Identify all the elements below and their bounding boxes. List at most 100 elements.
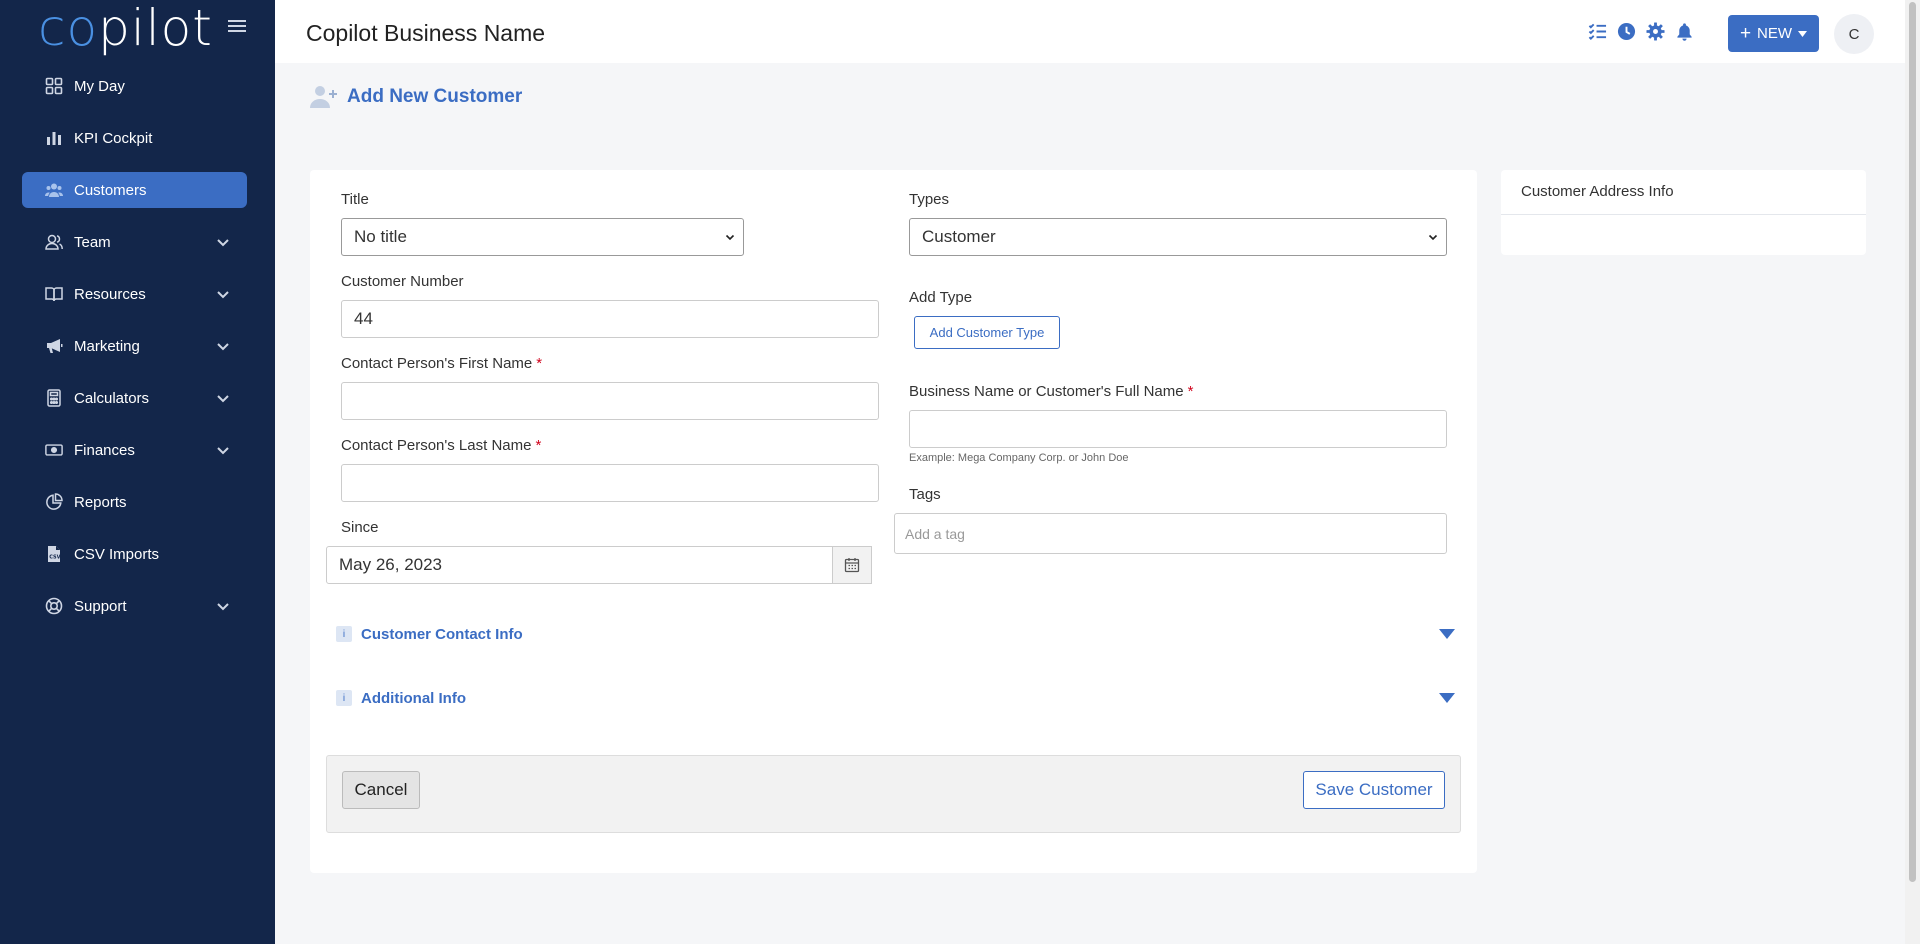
sidebar-item-label: Marketing [74, 337, 140, 355]
chevron-down-icon [217, 603, 229, 611]
sidebar-item-customers[interactable]: Customers [22, 172, 247, 208]
save-customer-button[interactable]: Save Customer [1303, 771, 1445, 809]
grid-icon [44, 76, 64, 96]
sidebar-item-csv-imports[interactable]: CSV CSV Imports [22, 536, 247, 572]
divider [1501, 214, 1866, 215]
last-name-input[interactable] [341, 464, 879, 502]
copilot-logo[interactable]: copilot [38, 0, 213, 56]
user-plus-icon [310, 86, 337, 108]
customer-number-value: 44 [354, 309, 373, 328]
add-customer-type-button[interactable]: Add Customer Type [914, 316, 1060, 349]
sidebar-item-label: KPI Cockpit [74, 129, 153, 147]
chevron-down-icon [725, 234, 735, 241]
hamburger-menu-icon[interactable] [228, 17, 246, 35]
customer-contact-info-section[interactable]: i Customer Contact Info [336, 620, 1456, 648]
plus-icon: + [1739, 23, 1752, 44]
since-date-value: May 26, 2023 [339, 555, 443, 574]
types-select[interactable]: Customer [909, 218, 1447, 256]
new-button[interactable]: + NEW [1728, 15, 1819, 52]
csv-file-icon: CSV [44, 544, 64, 564]
chevron-down-icon [217, 447, 229, 455]
sidebar-item-label: Resources [74, 285, 146, 303]
form-actions: Cancel Save Customer [326, 755, 1461, 833]
section-title: Additional Info [361, 689, 466, 707]
task-list-icon[interactable] [1588, 22, 1607, 41]
tags-label: Tags [909, 486, 941, 503]
types-select-value: Customer [922, 227, 996, 246]
sidebar-item-finances[interactable]: Finances [22, 432, 247, 468]
sidebar-item-kpi-cockpit[interactable]: KPI Cockpit [22, 120, 247, 156]
sidebar-item-marketing[interactable]: Marketing [22, 328, 247, 364]
sidebar-item-label: Team [74, 233, 111, 251]
sidebar-item-label: Reports [74, 493, 127, 511]
tags-input[interactable]: Add a tag [894, 513, 1447, 554]
svg-text:CSV: CSV [49, 555, 60, 561]
calendar-icon [844, 558, 860, 573]
chevron-down-icon [217, 395, 229, 403]
page-title: Add New Customer [309, 84, 522, 110]
sidebar-item-resources[interactable]: Resources [22, 276, 247, 312]
sidebar-item-calculators[interactable]: Calculators [22, 380, 247, 416]
tags-placeholder: Add a tag [905, 525, 965, 542]
since-label: Since [341, 519, 379, 536]
money-icon [44, 440, 64, 460]
header-icons [1588, 22, 1694, 41]
customer-form-card: Title No title Customer Number 44 Contac… [310, 170, 1477, 873]
caret-down-icon [1798, 30, 1808, 37]
sidebar-item-team[interactable]: Team [22, 224, 247, 260]
sidebar-item-label: Finances [74, 441, 135, 459]
first-name-input[interactable] [341, 382, 879, 420]
avatar[interactable]: C [1834, 14, 1874, 54]
address-panel-title: Customer Address Info [1521, 183, 1674, 200]
sidebar-item-reports[interactable]: Reports [22, 484, 247, 520]
sidebar-item-label: Customers [74, 181, 147, 199]
sidebar-item-label: My Day [74, 77, 125, 95]
sidebar-item-label: Calculators [74, 389, 150, 407]
info-icon: i [336, 626, 352, 642]
sidebar-item-label: CSV Imports [74, 545, 160, 563]
first-name-label: Contact Person's First Name * [341, 355, 543, 372]
book-icon [44, 284, 64, 304]
customer-address-panel: Customer Address Info [1501, 170, 1866, 255]
top-header: Copilot Business Name + NEW C [275, 0, 1905, 63]
sidebar-item-my-day[interactable]: My Day [22, 68, 247, 104]
since-date-input[interactable]: May 26, 2023 [326, 546, 834, 584]
bell-icon[interactable] [1675, 22, 1694, 41]
customer-number-label: Customer Number [341, 273, 464, 290]
cancel-button[interactable]: Cancel [342, 771, 420, 809]
triangle-down-icon [1439, 629, 1455, 639]
title-label: Title [341, 191, 369, 208]
business-name-input[interactable] [909, 410, 1447, 448]
new-button-label: NEW [1757, 25, 1793, 42]
business-name-title: Copilot Business Name [306, 20, 546, 46]
user-group-icon [44, 232, 64, 252]
chevron-down-icon [217, 343, 229, 351]
customer-number-input[interactable]: 44 [341, 300, 879, 338]
title-select[interactable]: No title [341, 218, 744, 256]
page-scrollbar[interactable] [1905, 0, 1920, 944]
info-icon: i [336, 690, 352, 706]
calculator-icon [44, 388, 64, 408]
lifebuoy-icon [44, 596, 64, 616]
scrollbar-thumb[interactable] [1909, 2, 1916, 882]
chevron-down-icon [217, 291, 229, 299]
calendar-button[interactable] [832, 546, 872, 584]
clock-icon[interactable] [1617, 22, 1636, 41]
business-name-label: Business Name or Customer's Full Name * [909, 383, 1194, 400]
pie-chart-icon [44, 492, 64, 512]
page-title-text: Add New Customer [347, 86, 523, 107]
sidebar-nav: My Day KPI Cockpit Customers Team Resour… [22, 68, 247, 640]
chevron-down-icon [1428, 234, 1438, 241]
add-type-label: Add Type [909, 289, 973, 306]
sidebar: copilot My Day KPI Cockpit Customers Tea… [0, 0, 275, 944]
section-title: Customer Contact Info [361, 625, 523, 643]
last-name-label: Contact Person's Last Name * [341, 437, 542, 454]
triangle-down-icon [1439, 693, 1455, 703]
sidebar-item-support[interactable]: Support [22, 588, 247, 624]
chevron-down-icon [217, 239, 229, 247]
types-label: Types [909, 191, 950, 208]
gear-icon[interactable] [1646, 22, 1665, 41]
megaphone-icon [44, 336, 64, 356]
additional-info-section[interactable]: i Additional Info [336, 684, 1456, 712]
users-icon [44, 180, 64, 200]
